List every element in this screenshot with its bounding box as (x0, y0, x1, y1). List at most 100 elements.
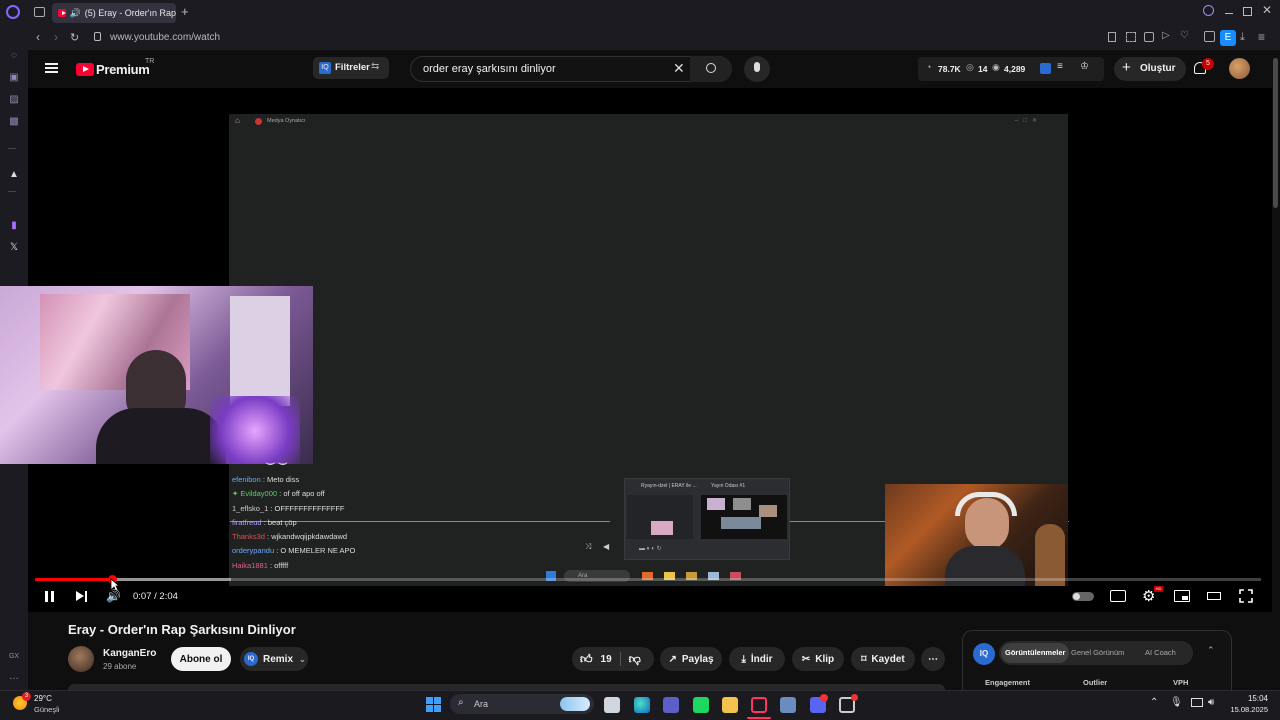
minimize-icon[interactable] (1225, 13, 1233, 14)
thumbs-up-icon[interactable]: 👍︎ (580, 652, 593, 667)
display-icon[interactable] (1191, 698, 1203, 707)
url-field[interactable]: www.youtube.com/watch (110, 32, 220, 43)
share-button[interactable]: ↗ Paylaş (660, 647, 722, 671)
hd-badge: HD (1154, 586, 1163, 592)
fullscreen-icon[interactable] (1239, 589, 1253, 603)
clear-search-icon[interactable]: ✕ (673, 60, 685, 77)
clock-time[interactable]: 15:04 (1232, 694, 1268, 703)
tab-views[interactable]: Görüntülenmeler (1005, 648, 1065, 657)
edge-icon[interactable] (634, 697, 650, 713)
vidiq-icon[interactable] (1040, 63, 1051, 74)
taskbar-search[interactable]: ⌕ Ara (450, 694, 594, 714)
new-tab-icon[interactable]: + (181, 4, 189, 19)
more-icon[interactable]: … (8, 671, 20, 683)
shelf (230, 296, 290, 406)
progress-bar-played (35, 578, 113, 581)
crypto-wallet-icon[interactable]: ▣ (8, 72, 20, 84)
search-box[interactable]: order eray şarkısını dinliyor ✕ (410, 56, 732, 82)
youtube-logo-icon[interactable] (76, 63, 94, 76)
reload-icon[interactable]: ↻ (70, 31, 79, 44)
windows-start-icon[interactable] (426, 697, 442, 713)
address-bar: ‹ › ↻ www.youtube.com/watch ▷ ♡ E ⤓ ≡ (28, 26, 1280, 50)
opera-gx-icon[interactable] (751, 697, 767, 713)
messenger-icon[interactable]: ▩ (8, 116, 20, 128)
teams-icon[interactable] (663, 697, 679, 713)
speaker-icon[interactable]: 🔊 (70, 8, 81, 19)
subscribe-button[interactable]: Abone ol (171, 647, 231, 671)
channel-name[interactable]: KanganEro (103, 648, 156, 659)
search-button[interactable] (690, 56, 732, 82)
clip-button[interactable]: ✂ Klip (792, 647, 844, 671)
pin-icon[interactable] (1108, 32, 1116, 42)
restore-icon[interactable] (1243, 7, 1252, 16)
speaker-tray-icon[interactable]: 🔊︎ (1208, 697, 1214, 708)
search-tabs-icon[interactable] (1203, 5, 1214, 16)
opera-logo-icon[interactable] (6, 5, 20, 19)
remix-label: Remix (263, 653, 294, 665)
menu-icon[interactable]: ≡ (1258, 30, 1265, 44)
heart-icon[interactable]: ♡ (1180, 30, 1189, 41)
iq-icon: IQ (319, 62, 331, 74)
trophy-icon[interactable]: ♔ (1080, 61, 1089, 72)
remix-button[interactable]: IQ Remix ⌄ (240, 647, 308, 671)
pause-button[interactable] (44, 590, 56, 603)
workspaces-icon[interactable] (34, 7, 45, 17)
save-button[interactable]: ⌑ Kaydet (851, 647, 915, 671)
spotify-icon[interactable] (693, 697, 709, 713)
gx-label[interactable]: GX (8, 651, 20, 663)
x-twitter-icon[interactable]: 𝕏 (8, 242, 20, 254)
clock-date[interactable]: 15.08.2025 (1224, 705, 1268, 714)
stats-bar: ◔ 78.7K ◎ 14 ◉ 4,289 ≡ ♔ (918, 57, 1104, 81)
microphone-tray-icon[interactable]: 🎙︎ (1170, 697, 1183, 708)
twitch-icon[interactable]: ▮ (8, 220, 20, 232)
back-icon[interactable]: ‹ (36, 30, 40, 44)
aria-icon[interactable]: ◌ (8, 50, 20, 62)
sidebar-divider (8, 148, 16, 149)
tab-overview[interactable]: Genel Görünüm (1071, 648, 1124, 657)
weather-temp[interactable]: 29°C (34, 694, 52, 703)
volume-icon[interactable]: 🔊 (106, 589, 121, 603)
avatar[interactable] (1229, 58, 1250, 79)
extension-badge[interactable]: E (1220, 30, 1236, 46)
logo-text[interactable]: Premium (96, 62, 150, 77)
subtitles-icon[interactable] (1110, 590, 1126, 602)
hamburger-menu-icon[interactable] (45, 63, 58, 65)
download-icon[interactable]: ⤓ (1240, 31, 1245, 44)
file-explorer-icon[interactable] (722, 697, 738, 713)
page-scrollbar-thumb[interactable] (1273, 58, 1278, 208)
chevron-up-icon[interactable]: ⌃ (1150, 697, 1158, 708)
channel-avatar[interactable] (68, 646, 94, 672)
close-window-icon[interactable]: ✕ (1262, 3, 1272, 17)
snapshot-icon[interactable] (1126, 32, 1136, 42)
shield-icon[interactable] (1144, 32, 1154, 42)
collapse-chevron-icon[interactable]: ⌃ (1207, 645, 1215, 656)
gaming-icon[interactable]: ▨ (8, 94, 20, 106)
thumbs-down-icon[interactable]: 👎︎ (629, 652, 641, 667)
voice-search-button[interactable] (744, 56, 770, 82)
next-button[interactable] (75, 590, 89, 603)
player-icon[interactable]: ▷ (1162, 30, 1170, 41)
extensions-icon[interactable] (1204, 31, 1215, 42)
browser-tab-bar: 🔊 (5) Eray - Order'ın Rap + ✕ (0, 0, 1280, 26)
tab-ai-coach[interactable]: AI Coach (1145, 648, 1176, 657)
plus-icon: + (1122, 59, 1131, 76)
more-actions-button[interactable]: ⋯ (921, 647, 945, 671)
arc-icon[interactable]: ▲ (8, 169, 20, 181)
filters-button[interactable]: IQ Filtreler ⇆ (313, 57, 389, 79)
media-player-icon (255, 118, 262, 125)
create-button[interactable]: + Oluştur (1114, 57, 1186, 81)
theater-mode-icon[interactable] (1207, 592, 1221, 600)
app-icon[interactable] (780, 697, 796, 713)
autoplay-toggle[interactable] (1072, 592, 1094, 601)
list-icon[interactable]: ≡ (1057, 61, 1063, 72)
task-view-icon[interactable] (604, 697, 620, 713)
create-label: Oluştur (1140, 63, 1176, 74)
miniplayer-icon[interactable] (1174, 590, 1190, 602)
vidiq-badge[interactable]: IQ (973, 643, 995, 665)
stat-eye: 14 (978, 64, 988, 74)
browser-tab-active[interactable]: 🔊 (5) Eray - Order'ın Rap (52, 3, 176, 23)
download-button[interactable]: ⤓ İndir (729, 647, 785, 671)
forward-icon[interactable]: › (54, 30, 58, 44)
eye-icon: ◎ (966, 62, 974, 72)
search-input[interactable]: order eray şarkısını dinliyor (423, 63, 556, 75)
